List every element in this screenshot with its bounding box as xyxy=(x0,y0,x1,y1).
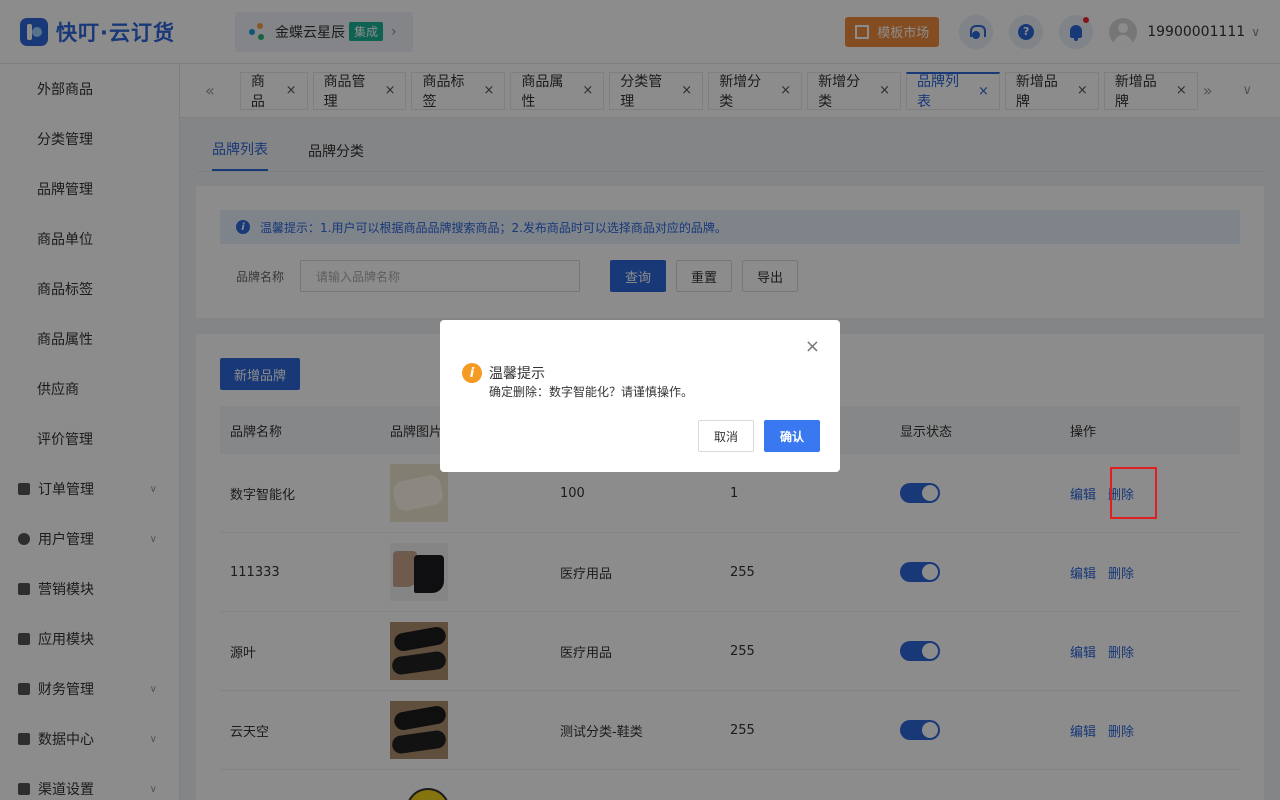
confirm-delete-dialog: × i 温馨提示 确定删除：数字智能化？请谨慎操作。 取消 确认 xyxy=(440,320,840,472)
close-icon[interactable]: × xyxy=(805,338,820,356)
confirm-button[interactable]: 确认 xyxy=(764,420,820,452)
dialog-title: 温馨提示 xyxy=(489,366,545,382)
dialog-message: 确定删除：数字智能化？请谨慎操作。 xyxy=(489,385,694,399)
delete-highlight-box xyxy=(1110,467,1157,519)
cancel-button[interactable]: 取消 xyxy=(698,420,754,452)
warning-icon: i xyxy=(462,363,482,383)
